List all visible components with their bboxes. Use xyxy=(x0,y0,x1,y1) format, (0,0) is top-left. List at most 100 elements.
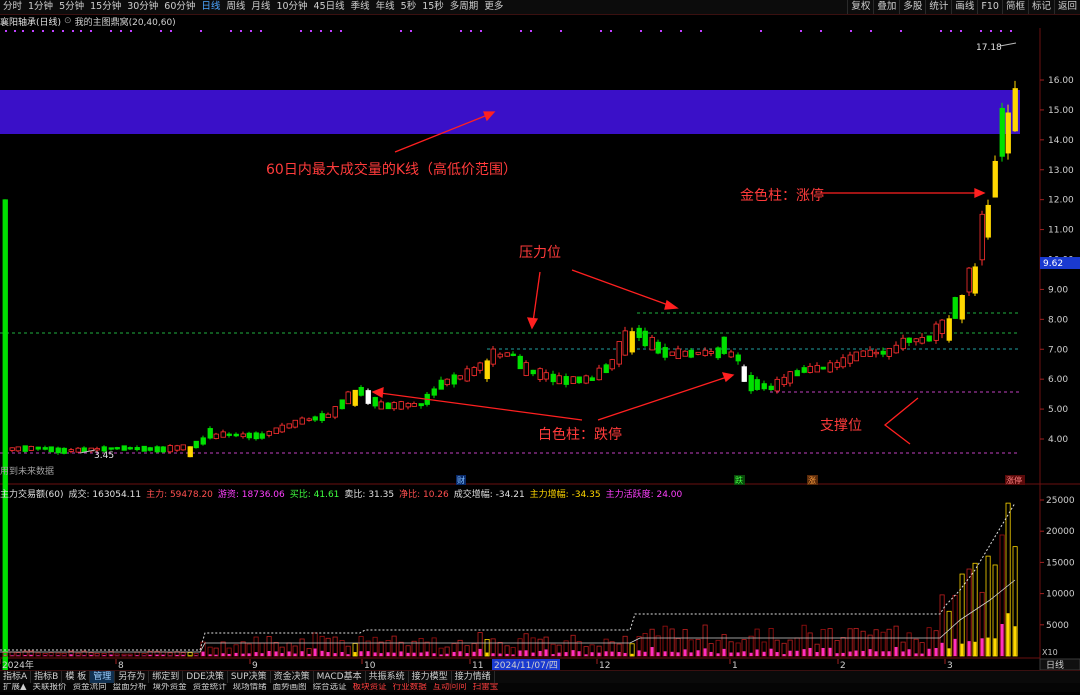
pressure-arrow-right xyxy=(572,270,671,306)
bottom-tab-2[interactable]: 模 板 xyxy=(62,671,90,683)
volume-main-139 xyxy=(921,654,924,656)
bottom-tab2-2[interactable]: 资金流向 xyxy=(70,683,110,692)
signal-dot-46 xyxy=(950,30,952,32)
candle-body-103 xyxy=(683,351,688,356)
candle-body-1 xyxy=(10,448,15,451)
price-tick-7: 9.00 xyxy=(1048,285,1068,295)
max-volume-band xyxy=(0,90,1020,134)
bottom-tab-7[interactable]: SUP决策 xyxy=(228,671,271,683)
bottom-tab2-5[interactable]: 资金统计 xyxy=(190,683,230,692)
future-data-note: 用到未来数据 xyxy=(0,465,54,477)
volume-main-137 xyxy=(908,649,911,656)
volume-main-59 xyxy=(393,653,396,656)
candle-body-89 xyxy=(590,378,595,381)
kline-svg[interactable]: 16.0015.0014.0013.0012.0011.0010.009.008… xyxy=(0,0,1080,692)
volume-main-102 xyxy=(677,652,680,656)
bottom-tab-3[interactable]: 管理 xyxy=(90,671,115,683)
candle-body-38 xyxy=(254,433,259,439)
marker-zhang[interactable]: 涨 xyxy=(808,475,816,485)
candle-body-100 xyxy=(663,347,668,357)
price-tick-11: 5.00 xyxy=(1048,405,1068,415)
marker-zhangting[interactable]: 涨停 xyxy=(1006,475,1022,485)
volume-main-111 xyxy=(737,652,740,656)
chart-area[interactable]: 16.0015.0014.0013.0012.0011.0010.009.008… xyxy=(0,0,1080,692)
candle-body-31 xyxy=(208,428,213,438)
volume-main-71 xyxy=(473,652,476,656)
volume-main-72 xyxy=(479,649,482,656)
bottom-tab-4[interactable]: 另存为 xyxy=(115,671,149,683)
volume-main-8 xyxy=(57,655,60,656)
volume-main-91 xyxy=(605,651,608,656)
signal-dot-11 xyxy=(120,30,122,32)
bottom-tab2-12[interactable]: 扫雷宝 xyxy=(470,683,502,692)
volume-main-142 xyxy=(941,643,944,656)
marker-cai[interactable]: 财 xyxy=(457,475,465,485)
bottom-tab-0[interactable]: 指标A xyxy=(0,671,31,683)
volume-main-96 xyxy=(638,650,641,656)
volume-main-3 xyxy=(24,655,27,656)
bottom-tab-5[interactable]: 绑定到 xyxy=(149,671,183,683)
bottom-tab2-11[interactable]: 互动问问 xyxy=(430,683,470,692)
bottom-tab2-10[interactable]: 行业数据 xyxy=(390,683,430,692)
signal-dot-15 xyxy=(200,30,202,32)
candle-body-104 xyxy=(689,350,694,357)
volume-main-60 xyxy=(400,651,403,656)
candle-body-62 xyxy=(412,403,417,406)
volume-tick-4: 5000 xyxy=(1046,621,1069,631)
candle-body-122 xyxy=(808,366,813,372)
candle-body-5 xyxy=(36,447,41,449)
bottom-tab2-7[interactable]: 面势画图 xyxy=(270,683,310,692)
bottom-tab-1[interactable]: 指标B xyxy=(31,671,62,683)
candle-body-39 xyxy=(260,434,265,439)
signal-dot-9 xyxy=(90,30,92,32)
candle-body-144 xyxy=(953,297,958,318)
bottom-tab-11[interactable]: 接力模型 xyxy=(409,671,452,683)
volume-main-108 xyxy=(717,653,720,656)
bottom-tab2-6[interactable]: 现场情绪 xyxy=(230,683,270,692)
volume-main-81 xyxy=(539,651,542,656)
candle-body-14 xyxy=(95,448,100,449)
candle-body-131 xyxy=(868,350,873,356)
volume-main-93 xyxy=(618,652,621,656)
candle-body-85 xyxy=(564,376,569,384)
bottom-tab-12[interactable]: 接力情绪 xyxy=(452,671,495,683)
volume-main-26 xyxy=(176,655,179,656)
bottom-tab2-3[interactable]: 盘面分析 xyxy=(110,683,150,692)
volume-main-99 xyxy=(657,652,660,656)
candle-body-0 xyxy=(3,200,8,692)
signal-dot-6 xyxy=(62,30,64,32)
volume-main-140 xyxy=(928,649,931,656)
bottom-tab2-8[interactable]: 综合选证 xyxy=(310,683,350,692)
bottom-tab2-1[interactable]: 关联报价 xyxy=(30,683,70,692)
gold-arrow-head xyxy=(975,189,984,197)
signal-dot-33 xyxy=(600,30,602,32)
bottom-tab-9[interactable]: MACD基本 xyxy=(314,671,366,683)
candle-body-121 xyxy=(802,368,807,373)
annotation-white-bar: 白色柱：跌停 xyxy=(538,424,622,444)
candle-body-142 xyxy=(940,320,945,333)
volume-stat-0: 成交: 163054.11 xyxy=(68,487,141,500)
bottom-tab-8[interactable]: 资金决策 xyxy=(271,671,314,683)
volume-stat-2: 游资: 18736.06 xyxy=(218,487,285,500)
bottom-tab2-0[interactable]: 扩展▲ xyxy=(0,683,30,692)
volume-indicator-name[interactable]: 主力交易额(60) xyxy=(0,487,63,500)
volume-values: 成交: 163054.11主力: 59478.20游资: 18736.06买比:… xyxy=(68,487,687,500)
volume-main-61 xyxy=(407,653,410,656)
candle-body-74 xyxy=(491,349,496,364)
candle-body-21 xyxy=(142,446,147,451)
volume-stat-3: 买比: 41.61 xyxy=(290,487,340,500)
candle-body-23 xyxy=(155,447,160,452)
volume-main-129 xyxy=(855,651,858,656)
candle-body-41 xyxy=(274,428,279,434)
bottom-tab2-9[interactable]: 板块资证 xyxy=(350,683,390,692)
price-tick-8: 8.00 xyxy=(1048,315,1068,325)
bottom-tab2-4[interactable]: 境外资金 xyxy=(150,683,190,692)
candle-body-56 xyxy=(373,397,378,406)
candle-body-45 xyxy=(300,418,305,424)
bottom-tab-6[interactable]: DDE决策 xyxy=(183,671,228,683)
volume-main-153 xyxy=(1014,626,1017,656)
volume-main-130 xyxy=(862,651,865,656)
bottom-tab-10[interactable]: 共振系统 xyxy=(366,671,409,683)
marker-die[interactable]: 跌 xyxy=(735,475,743,485)
volume-main-67 xyxy=(446,654,449,656)
